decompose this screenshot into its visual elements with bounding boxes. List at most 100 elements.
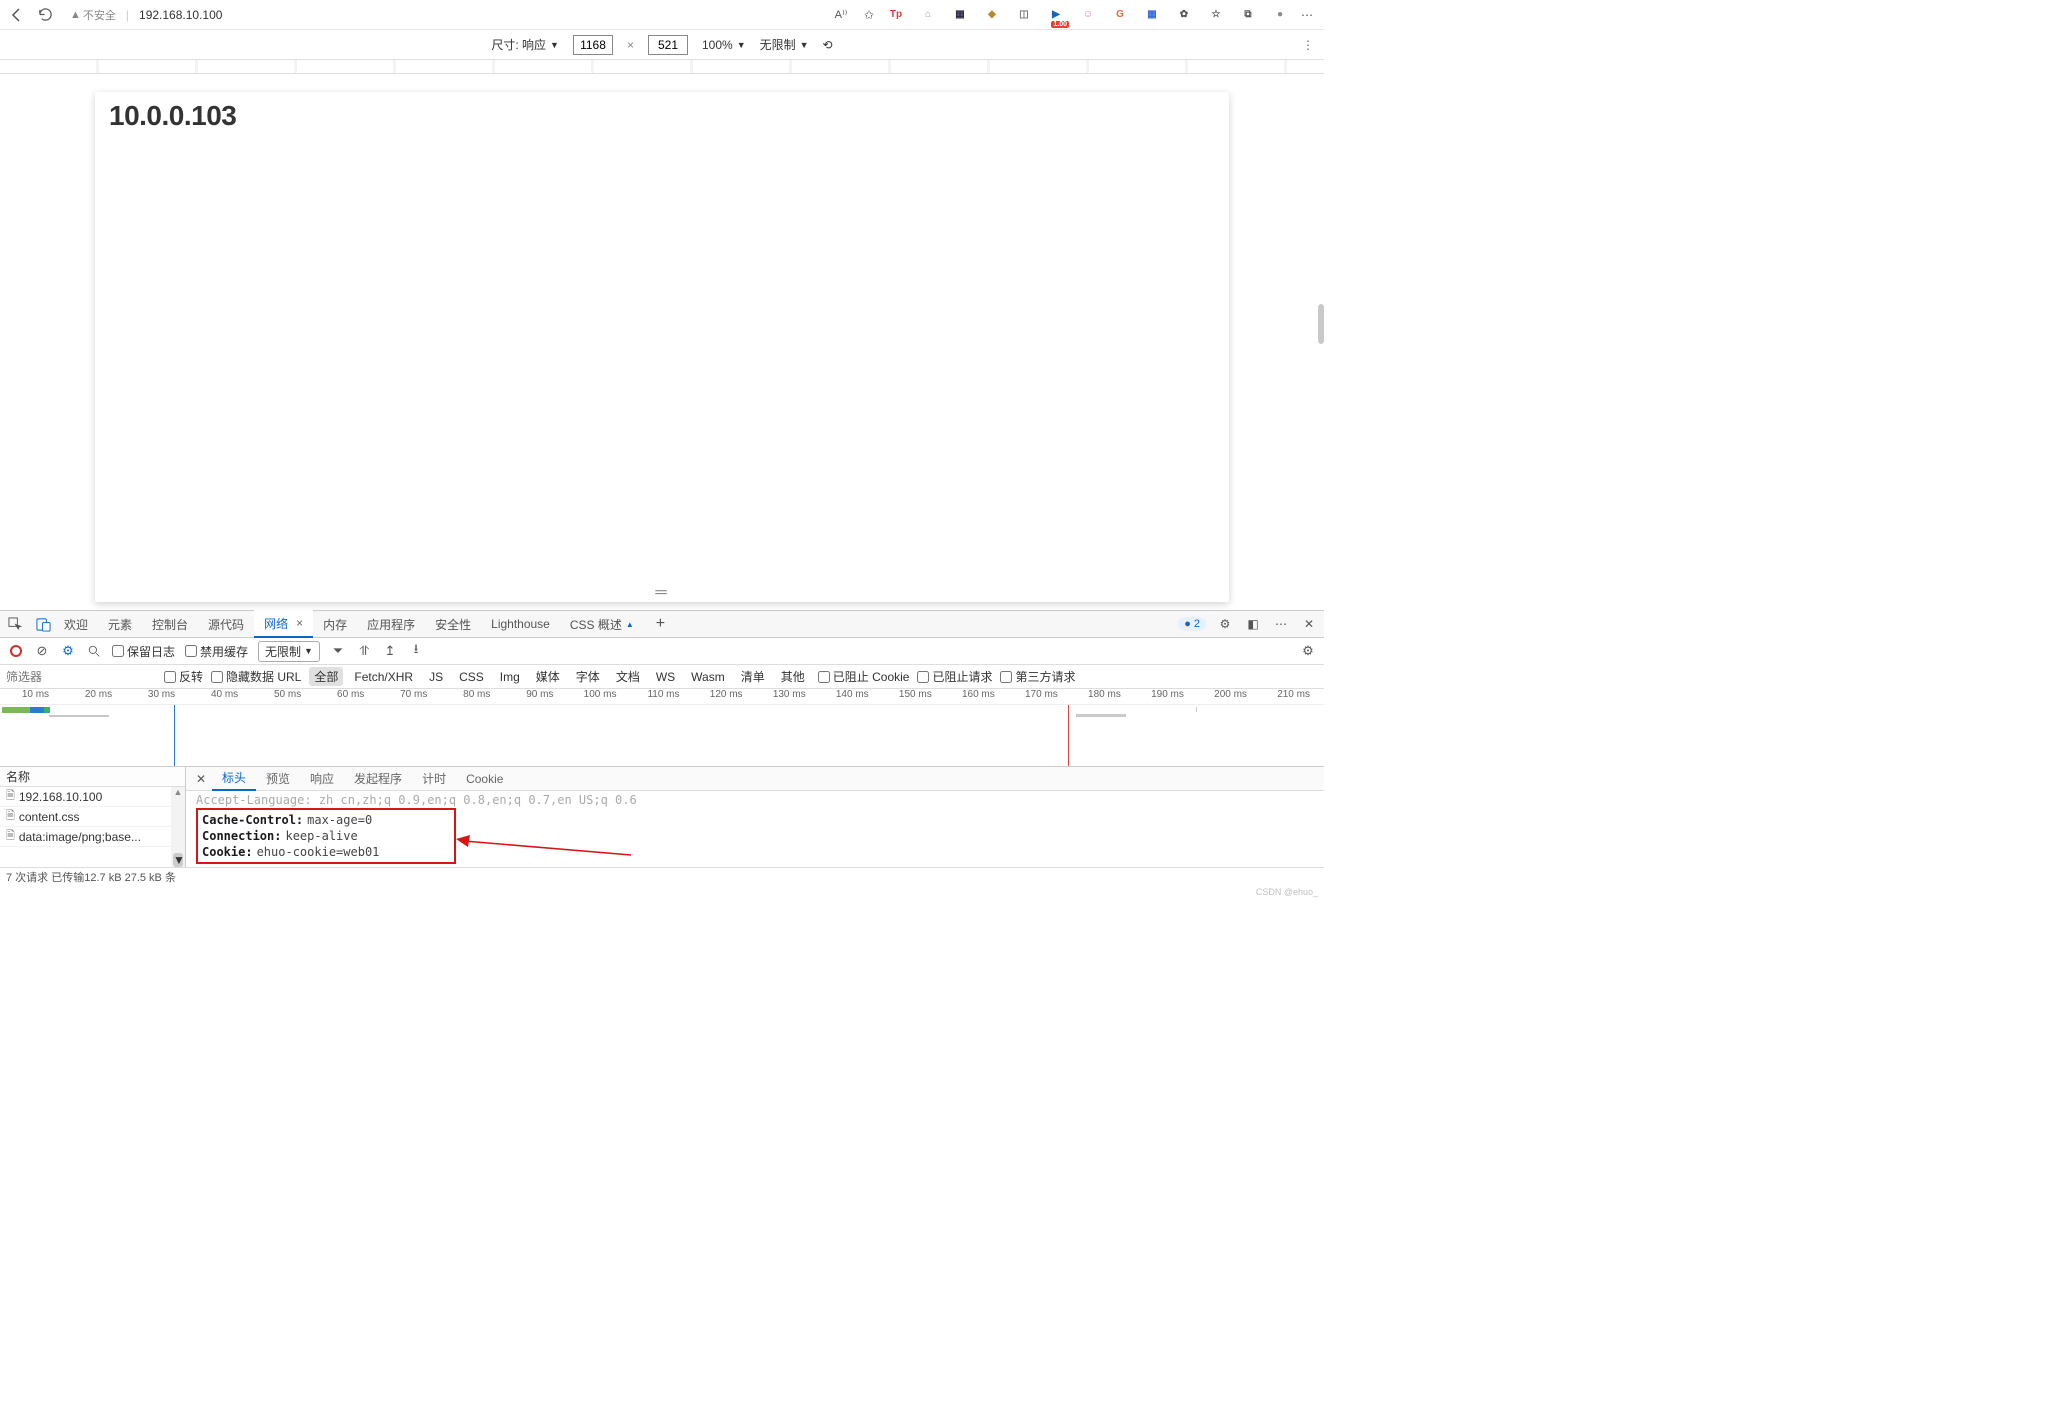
devtools-tab[interactable]: 元素 (98, 610, 142, 638)
net-settings-icon[interactable]: ⚙ (1300, 643, 1316, 659)
file-icon: 🗎 (6, 807, 15, 826)
detail-tab[interactable]: Cookie (456, 767, 513, 791)
devtools-close-icon[interactable]: ✕ (1300, 615, 1318, 633)
resize-handle[interactable]: ═ (655, 584, 668, 602)
extension-icon[interactable]: G (1110, 5, 1130, 25)
viewport-scrollbar[interactable] (1318, 304, 1324, 344)
filter-chip[interactable]: 清单 (736, 667, 770, 686)
blocked-requests-checkbox[interactable]: 已阻止请求 (917, 668, 992, 685)
header-line: Host:192.168.10.100 (196, 864, 1314, 867)
address-bar[interactable]: ▲ 不安全 | 192.168.10.100 (62, 3, 824, 27)
devtools-more-icon[interactable]: ⋯ (1272, 615, 1290, 633)
back-button[interactable] (6, 4, 28, 26)
rotate-icon[interactable]: ⟲ (823, 38, 833, 52)
throttle-dropdown[interactable]: 无限制 ▼ (760, 36, 809, 53)
detail-tab[interactable]: 响应 (300, 767, 344, 791)
disable-cache-checkbox[interactable]: 禁用缓存 (185, 643, 248, 660)
filter-chip[interactable]: 文档 (611, 667, 645, 686)
filter-chip[interactable]: Fetch/XHR (349, 669, 418, 685)
extension-icon[interactable]: ▦ (1142, 5, 1162, 25)
dock-icon[interactable]: ◧ (1244, 615, 1262, 633)
filter-chip[interactable]: Wasm (686, 669, 730, 685)
filter-chip[interactable]: CSS (454, 669, 489, 685)
extension-icon[interactable]: ☆ (1206, 5, 1226, 25)
extension-icon[interactable]: ◆ (982, 5, 1002, 25)
detail-close-icon[interactable]: ✕ (192, 772, 210, 786)
request-list: 名称 🗎192.168.10.100🗎content.css🗎data:imag… (0, 767, 186, 867)
request-row[interactable]: 🗎data:image/png;base... (0, 827, 185, 847)
tab-close-icon[interactable]: × (296, 616, 303, 630)
filter-row: 反转 隐藏数据 URL 全部 Fetch/XHR JS CSS Img 媒体字体文档 WS W… (0, 665, 1324, 689)
filter-input[interactable] (6, 668, 156, 686)
issues-pill[interactable]: ● 2 (1178, 617, 1206, 631)
extension-icon[interactable]: ⧉ (1238, 5, 1258, 25)
dimensions-dropdown[interactable]: 尺寸: 响应 ▼ (491, 36, 559, 53)
more-icon[interactable]: ⋯ (1296, 4, 1318, 26)
settings-icon[interactable]: ⚙ (1216, 615, 1234, 633)
clear-button[interactable]: ⊘ (34, 643, 50, 659)
extension-icon[interactable]: ☺ (1078, 5, 1098, 25)
upload-icon[interactable]: ↥ (382, 643, 398, 659)
wifi-icon[interactable]: ⏷ (330, 643, 346, 659)
devtools-tab[interactable]: 应用程序 (357, 610, 425, 638)
reload-button[interactable] (34, 4, 56, 26)
favorite-icon[interactable]: ✩ (858, 4, 880, 26)
viewport-height-input[interactable] (648, 35, 688, 55)
devtools-tab[interactable]: 控制台 (142, 610, 198, 638)
extension-icon[interactable]: ▶1.00 (1046, 5, 1066, 25)
devtools-tab[interactable]: 内存 (313, 610, 357, 638)
timeline-header: 10 ms20 ms30 ms40 ms50 ms60 ms70 ms80 ms… (0, 689, 1324, 705)
detail-tab[interactable]: 预览 (256, 767, 300, 791)
filter-chip[interactable]: WS (651, 669, 680, 685)
read-aloud-icon[interactable]: A⁾⁾ (830, 4, 852, 26)
download-icon[interactable]: ⭳ (408, 643, 424, 659)
filter-chip[interactable]: 字体 (571, 667, 605, 686)
hide-data-url-checkbox[interactable]: 隐藏数据 URL (211, 668, 301, 685)
filter-chip[interactable]: 媒体 (531, 667, 565, 686)
request-row[interactable]: 🗎content.css (0, 807, 185, 827)
inspect-icon[interactable] (6, 615, 24, 633)
filter-chip[interactable]: Img (495, 669, 525, 685)
detail-tab[interactable]: 发起程序 (344, 767, 412, 791)
timeline-mark: 30 ms (126, 689, 189, 704)
devtools-tab[interactable]: 欢迎 (54, 610, 98, 638)
detail-tab[interactable]: 标头 (212, 767, 256, 791)
third-party-checkbox[interactable]: 第三方请求 (1000, 668, 1075, 685)
devtools-tab[interactable]: CSS 概述 ▲ (560, 610, 644, 638)
filter-chip[interactable]: 全部 (309, 667, 343, 686)
detail-tab[interactable]: 计时 (412, 767, 456, 791)
record-button[interactable] (8, 643, 24, 659)
request-row[interactable]: 🗎192.168.10.100 (0, 787, 185, 807)
timeline-overview[interactable] (0, 705, 1324, 767)
request-list-scrollbar[interactable]: ▲ ▼ (171, 787, 185, 867)
device-toggle-icon[interactable] (34, 615, 52, 633)
devtools-tab[interactable]: 网络× (254, 610, 313, 638)
filter-chip[interactable]: 其他 (776, 667, 810, 686)
devtools-tab[interactable]: Lighthouse (481, 610, 560, 638)
scrollbar-thumb[interactable]: ▼ (173, 853, 183, 867)
viewport-width-input[interactable] (573, 35, 613, 55)
preserve-log-checkbox[interactable]: 保留日志 (112, 643, 175, 660)
timeline-mark: 80 ms (441, 689, 504, 704)
extension-icon[interactable]: ▦ (950, 5, 970, 25)
header-line: Cookie:ehuo-cookie=web01 (202, 844, 450, 860)
devtools-tab[interactable]: 源代码 (198, 610, 254, 638)
filter-toggle-icon[interactable]: ⚙ (60, 643, 76, 659)
extension-icon[interactable]: ⌂ (918, 5, 938, 25)
search-icon[interactable] (86, 643, 102, 659)
timeline-mark: 20 ms (63, 689, 126, 704)
devtools-tab[interactable]: 安全性 (425, 610, 481, 638)
invert-checkbox[interactable]: 反转 (164, 668, 203, 685)
extension-icon[interactable]: ● (1270, 5, 1290, 25)
extension-icon[interactable]: ◫ (1014, 5, 1034, 25)
filter-chip[interactable]: JS (424, 669, 448, 685)
zoom-dropdown[interactable]: 100% ▼ (702, 38, 746, 52)
net-throttle-dropdown[interactable]: 无限制 ▼ (258, 641, 320, 662)
extension-icon[interactable]: ✿ (1174, 5, 1194, 25)
devtools-tabs: 欢迎元素控制台源代码网络×内存应用程序安全性LighthouseCSS 概述 ▲… (0, 610, 1324, 638)
device-more-icon[interactable]: ⋮ (1302, 38, 1314, 52)
blocked-cookies-checkbox[interactable]: 已阻止 Cookie (818, 668, 910, 685)
request-list-header[interactable]: 名称 (0, 767, 185, 787)
extension-icon[interactable]: Tp (886, 5, 906, 25)
add-tab-button[interactable]: + (646, 610, 675, 638)
